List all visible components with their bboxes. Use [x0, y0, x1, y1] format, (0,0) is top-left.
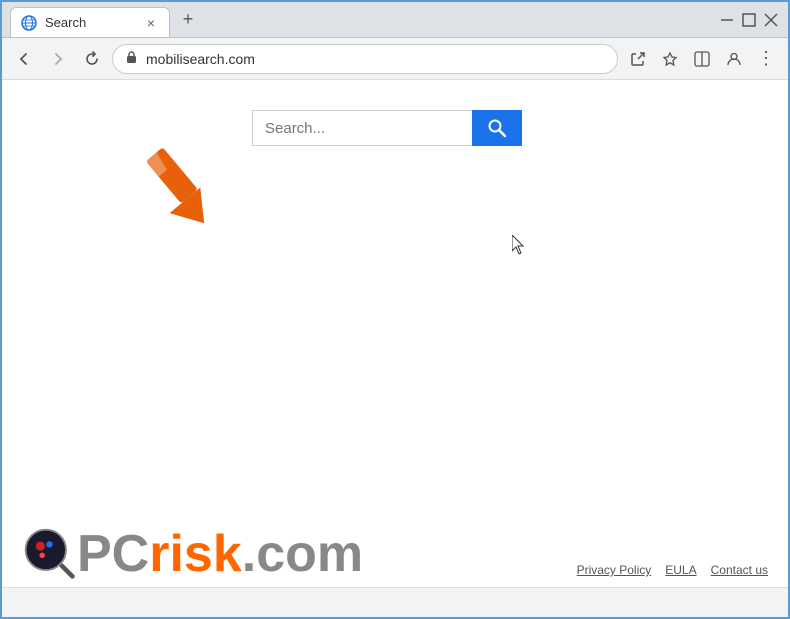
tab-title: Search: [45, 15, 86, 30]
eula-link[interactable]: EULA: [665, 563, 696, 577]
toolbar-actions: ⋮: [624, 45, 780, 73]
privacy-policy-link[interactable]: Privacy Policy: [577, 563, 652, 577]
nav-bar: mobilisearch.com ⋮: [2, 38, 788, 80]
tab-favicon: [21, 15, 37, 31]
back-button[interactable]: [10, 45, 38, 73]
tab-split-button[interactable]: [688, 45, 716, 73]
maximize-icon[interactable]: [740, 11, 758, 29]
tab-close-button[interactable]: ×: [143, 13, 159, 33]
address-bar[interactable]: mobilisearch.com: [112, 44, 618, 74]
status-bar: [2, 587, 788, 617]
page-footer: PCrisk.com Privacy Policy EULA Contact u…: [2, 511, 788, 591]
risk-text: risk: [149, 528, 242, 580]
pcrisk-logo-icon: [22, 526, 77, 581]
window-controls: [710, 2, 788, 37]
forward-button[interactable]: [44, 45, 72, 73]
profile-button[interactable]: [720, 45, 748, 73]
pc-text: PC: [77, 528, 149, 580]
contact-us-link[interactable]: Contact us: [711, 563, 768, 577]
menu-button[interactable]: ⋮: [752, 45, 780, 73]
pcrisk-text: PCrisk.com: [77, 528, 363, 580]
new-tab-button[interactable]: +: [174, 6, 202, 34]
search-icon: [487, 118, 507, 138]
active-tab[interactable]: Search ×: [10, 7, 170, 37]
search-button[interactable]: [472, 110, 522, 146]
share-button[interactable]: [624, 45, 652, 73]
search-input[interactable]: [252, 110, 472, 146]
close-icon[interactable]: [762, 11, 780, 29]
search-area: [2, 80, 788, 146]
title-bar: Search × +: [2, 2, 788, 38]
bookmark-button[interactable]: [656, 45, 684, 73]
url-text: mobilisearch.com: [146, 51, 605, 67]
lock-icon: [125, 50, 138, 67]
pcrisk-logo: PCrisk.com: [22, 526, 363, 581]
cursor: [512, 235, 528, 255]
tab-area: Search × +: [2, 2, 710, 37]
minimize-icon[interactable]: [718, 11, 736, 29]
com-text: .com: [242, 528, 363, 580]
footer-links: Privacy Policy EULA Contact us: [577, 563, 768, 581]
page-content: PCrisk.com Privacy Policy EULA Contact u…: [2, 80, 788, 591]
refresh-button[interactable]: [78, 45, 106, 73]
